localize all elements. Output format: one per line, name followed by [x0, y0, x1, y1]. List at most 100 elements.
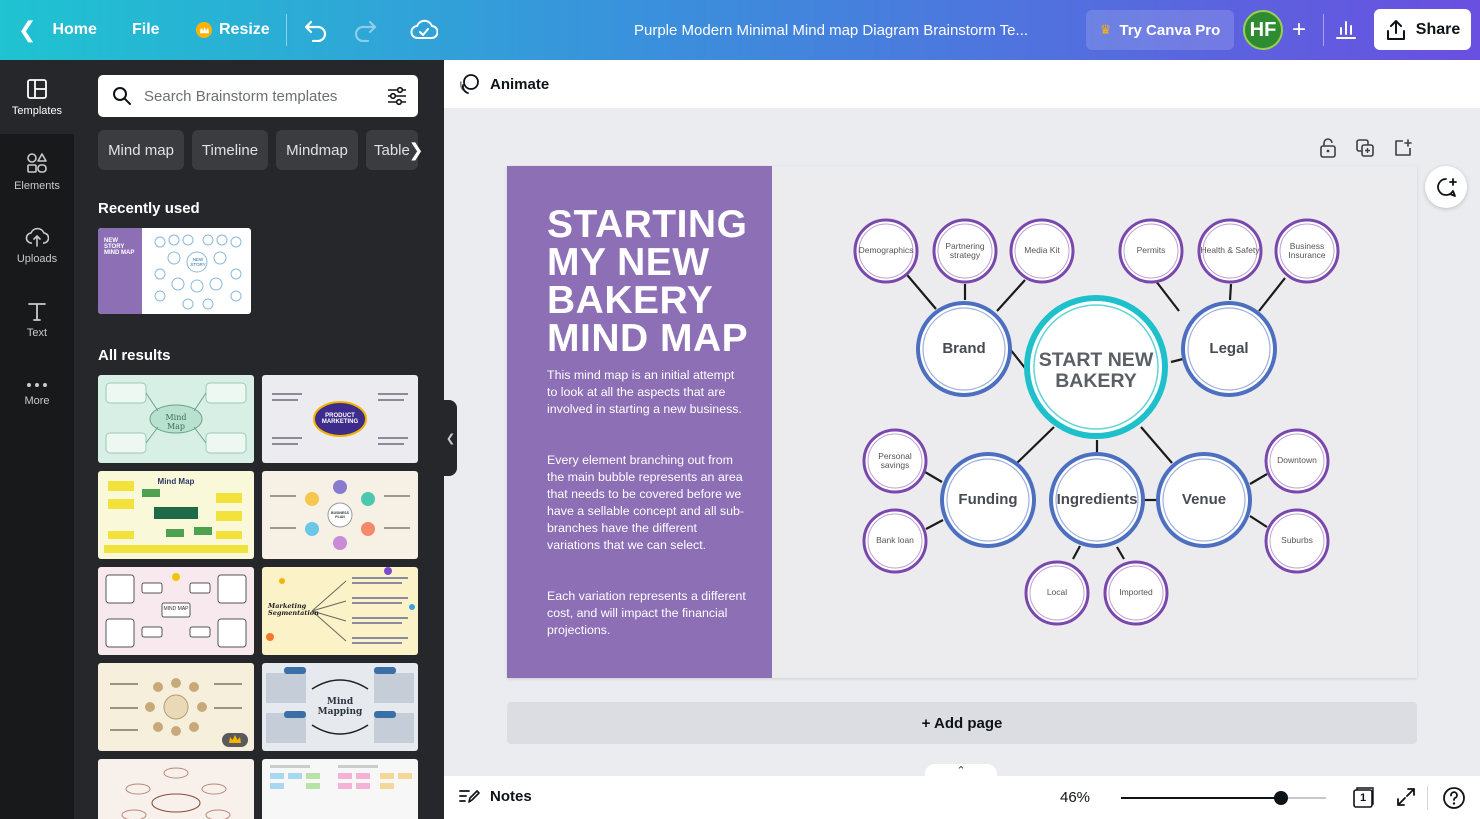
home-button[interactable]: ❮ Home	[18, 0, 97, 60]
chip-timeline[interactable]: Timeline	[192, 130, 268, 170]
template-thumbnail[interactable]: Marketing Segmentation	[262, 567, 418, 655]
duplicate-page-icon[interactable]	[1355, 138, 1375, 163]
mind-map-node-ingredients[interactable]: Ingredients	[1051, 491, 1143, 508]
thumb-label: NEW STORY MIND MAP	[104, 238, 135, 256]
elements-icon	[27, 152, 47, 173]
template-thumbnail[interactable]	[262, 759, 418, 819]
mind-map-subnode[interactable]: Media Kit	[1014, 246, 1070, 255]
fullscreen-expand-icon[interactable]	[1395, 786, 1417, 813]
chevron-left-icon: ❮	[18, 17, 37, 42]
zoom-slider-thumb[interactable]	[1274, 791, 1288, 805]
rail-item-uploads[interactable]: Uploads	[0, 208, 74, 282]
chip-mind-map[interactable]: Mind map	[98, 130, 184, 170]
mind-map-subnode[interactable]: Business Insurance	[1279, 242, 1335, 260]
share-button[interactable]: Share	[1374, 9, 1471, 50]
mind-map-subnode[interactable]: Suburbs	[1269, 536, 1325, 545]
templates-icon	[27, 78, 47, 99]
add-page-icon[interactable]	[1393, 138, 1413, 163]
collapse-panel-handle[interactable]: ❮	[444, 400, 457, 476]
rail-item-text[interactable]: Text	[0, 282, 74, 356]
insights-chart-icon[interactable]	[1334, 17, 1358, 46]
thumb-label: BUSINESS PLAN	[331, 511, 349, 519]
more-dots-icon	[27, 382, 47, 387]
mind-map-subnode[interactable]: Downtown	[1269, 456, 1325, 465]
rail-label: Text	[26, 326, 48, 339]
home-label: Home	[52, 21, 97, 38]
mind-map-subnode[interactable]: Local	[1029, 588, 1085, 597]
thumb-label: MIND MAP	[163, 606, 189, 612]
mind-map-node-legal[interactable]: Legal	[1183, 340, 1275, 357]
recent-template-thumbnail[interactable]: NEW STORY MIND MAP NEW STORY	[98, 228, 251, 314]
resize-label: Resize	[219, 21, 270, 38]
share-upload-icon	[1386, 19, 1405, 40]
mind-map-node-brand[interactable]: Brand	[918, 340, 1010, 357]
mind-map-subnode[interactable]: Demographics	[856, 246, 916, 255]
template-thumbnail[interactable]: PRODUCT MARKETING	[262, 375, 418, 463]
document-title[interactable]: Purple Modern Minimal Mind map Diagram B…	[634, 0, 1028, 60]
filter-sliders-icon[interactable]	[386, 85, 408, 107]
help-icon[interactable]	[1442, 786, 1466, 815]
thumb-label: Mind Map	[157, 477, 195, 486]
redo-icon[interactable]	[352, 18, 378, 47]
resize-button[interactable]: Resize	[196, 0, 270, 60]
mind-map-subnode[interactable]: Bank loan	[867, 536, 923, 545]
notes-button[interactable]: Notes	[458, 787, 532, 805]
add-page-button[interactable]: + Add page	[507, 702, 1417, 744]
template-thumbnail[interactable]	[98, 663, 254, 751]
template-thumbnail[interactable]	[98, 759, 254, 819]
mind-map-node-funding[interactable]: Funding	[942, 491, 1034, 508]
bottom-divider	[1427, 786, 1428, 810]
try-canva-pro-button[interactable]: ♛ Try Canva Pro	[1086, 10, 1234, 50]
mind-map-node-venue[interactable]: Venue	[1158, 491, 1250, 508]
rail-item-elements[interactable]: Elements	[0, 134, 74, 208]
mind-map-subnode[interactable]: Imported	[1108, 588, 1164, 597]
thumb-label: Mind Map	[165, 413, 187, 431]
rail-label: More	[24, 394, 50, 407]
mind-map-subnode[interactable]: Permits	[1123, 246, 1179, 255]
toolbar-divider	[286, 14, 287, 46]
recently-used-title: Recently used	[98, 200, 200, 217]
file-menu-button[interactable]: File	[132, 0, 160, 60]
chevron-up-icon[interactable]: ⌃	[925, 764, 997, 778]
search-input[interactable]: Search Brainstorm templates	[144, 88, 337, 105]
lock-icon[interactable]	[1319, 138, 1337, 163]
mind-map-subnode[interactable]: Personal savings	[869, 452, 921, 470]
toolbar-divider	[1323, 14, 1324, 46]
mind-map-center-node[interactable]: START NEW BAKERY	[1033, 350, 1159, 392]
text-icon	[28, 302, 46, 321]
design-page[interactable]: STARTING MY NEW BAKERY MIND MAP This min…	[507, 166, 1417, 678]
search-templates[interactable]: Search Brainstorm templates	[98, 75, 418, 117]
page-number: 1	[1359, 792, 1367, 804]
rail-item-more[interactable]: More	[0, 356, 74, 430]
left-rail: Templates Elements Uploads Text More	[0, 60, 74, 819]
try-pro-label: Try Canva Pro	[1119, 21, 1221, 39]
zoom-slider-fill	[1121, 797, 1281, 799]
page-count-button[interactable]: 1	[1351, 786, 1375, 815]
zoom-slider[interactable]	[1121, 791, 1326, 805]
undo-icon[interactable]	[303, 18, 329, 47]
top-bar: ❮ Home File Resize Purple Modern Minimal…	[0, 0, 1480, 60]
template-thumbnail[interactable]: Mind Mapping	[262, 663, 418, 751]
thumb-label: Marketing Segmentation	[268, 602, 319, 617]
template-thumbnail[interactable]: BUSINESS PLAN	[262, 471, 418, 559]
zoom-level[interactable]: 46%	[1060, 789, 1090, 806]
rail-label: Uploads	[16, 252, 58, 265]
crown-icon	[196, 22, 212, 38]
template-thumbnail[interactable]: Mind Map	[98, 375, 254, 463]
mind-map-subnode[interactable]: Health & Safety	[1200, 246, 1260, 255]
template-thumbnail[interactable]: MIND MAP	[98, 567, 254, 655]
upload-cloud-icon	[25, 227, 49, 247]
comment-add-icon[interactable]	[1425, 166, 1467, 208]
rail-item-templates[interactable]: Templates	[0, 60, 74, 134]
template-thumbnail[interactable]: Mind Map	[98, 471, 254, 559]
templates-panel: Search Brainstorm templates Mind map Tim…	[74, 60, 444, 819]
animate-icon[interactable]	[458, 73, 480, 95]
chip-mindmap[interactable]: Mindmap	[276, 130, 358, 170]
add-collaborator-icon[interactable]: +	[1284, 14, 1314, 46]
chevron-right-icon[interactable]: ❯	[407, 136, 425, 164]
animate-button[interactable]: Animate	[490, 76, 549, 93]
mind-map-subnode[interactable]: Partnering strategy	[937, 242, 993, 260]
cloud-saved-icon[interactable]	[410, 17, 439, 48]
search-icon	[113, 87, 131, 105]
avatar[interactable]: HF	[1243, 10, 1283, 50]
